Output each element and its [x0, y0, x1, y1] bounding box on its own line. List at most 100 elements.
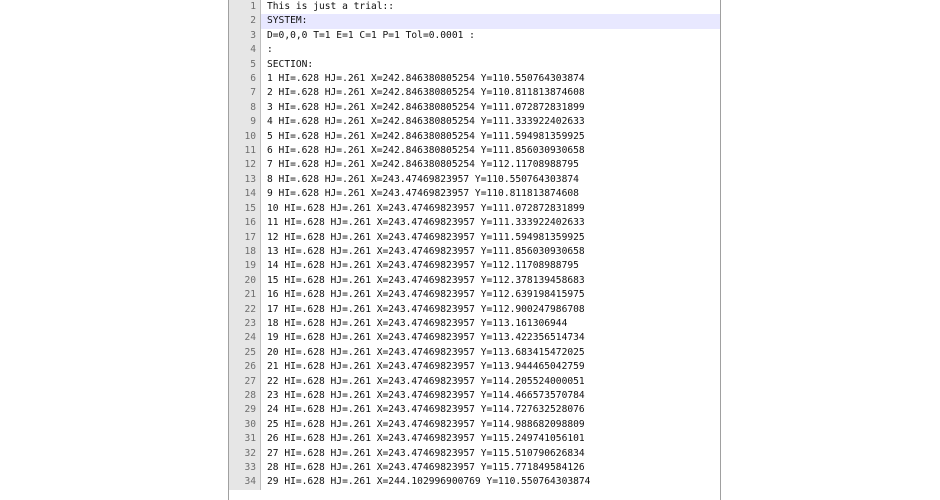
- line-number: 21: [229, 288, 261, 303]
- line-number: 1: [229, 0, 261, 15]
- line-number: 18: [229, 244, 261, 260]
- editor-line[interactable]: 26 21 HI=.628 HJ=.261 X=243.47469823957 Y…: [229, 360, 720, 375]
- line-number: 3: [229, 28, 261, 44]
- line-text: SECTION:: [267, 58, 314, 70]
- line-number: 7: [229, 86, 261, 101]
- line-number: 10: [229, 129, 261, 145]
- text-editor[interactable]: 1 This is just a trial:: 2 SYSTEM: 3 D=0,0,…: [228, 0, 721, 500]
- editor-line[interactable]: 32 27 HI=.628 HJ=.261 X=243.47469823957 Y…: [229, 446, 720, 461]
- editor-line[interactable]: 29 24 HI=.628 HJ=.261 X=243.47469823957 Y…: [229, 403, 720, 418]
- line-number: 32: [229, 446, 261, 461]
- line-text: 10 HI=.628 HJ=.261 X=243.47469823957 Y=1…: [267, 202, 585, 214]
- editor-line[interactable]: 23 18 HI=.628 HJ=.261 X=243.47469823957 Y…: [229, 316, 720, 332]
- line-text: :: [267, 44, 273, 56]
- editor-line[interactable]: 34 29 HI=.628 HJ=.261 X=244.102996900769 …: [229, 475, 720, 490]
- line-text: 26 HI=.628 HJ=.261 X=243.47469823957 Y=1…: [267, 433, 585, 445]
- line-text: 21 HI=.628 HJ=.261 X=243.47469823957 Y=1…: [267, 361, 585, 373]
- line-text: 20 HI=.628 HJ=.261 X=243.47469823957 Y=1…: [267, 346, 585, 358]
- line-number: 19: [229, 259, 261, 274]
- line-text: 24 HI=.628 HJ=.261 X=243.47469823957 Y=1…: [267, 404, 585, 416]
- line-text: 3 HI=.628 HJ=.261 X=242.846380805254 Y=1…: [267, 101, 585, 113]
- line-number: 28: [229, 388, 261, 404]
- line-number: 25: [229, 345, 261, 361]
- line-number: 15: [229, 201, 261, 217]
- line-number: 20: [229, 273, 261, 289]
- line-text: 5 HI=.628 HJ=.261 X=242.846380805254 Y=1…: [267, 130, 585, 142]
- line-number: 4: [229, 43, 261, 58]
- editor-line[interactable]: 16 11 HI=.628 HJ=.261 X=243.47469823957 Y…: [229, 216, 720, 231]
- editor-line[interactable]: 33 28 HI=.628 HJ=.261 X=243.47469823957 Y…: [229, 461, 720, 476]
- line-text: 29 HI=.628 HJ=.261 X=244.102996900769 Y=…: [267, 476, 591, 488]
- line-text: 22 HI=.628 HJ=.261 X=243.47469823957 Y=1…: [267, 375, 585, 387]
- line-number: 33: [229, 461, 261, 476]
- line-text: 23 HI=.628 HJ=.261 X=243.47469823957 Y=1…: [267, 389, 585, 401]
- line-text: 9 HI=.628 HJ=.261 X=243.47469823957 Y=11…: [267, 188, 579, 200]
- line-text: 2 HI=.628 HJ=.261 X=242.846380805254 Y=1…: [267, 87, 585, 99]
- line-text: 11 HI=.628 HJ=.261 X=243.47469823957 Y=1…: [267, 217, 585, 229]
- line-number: 29: [229, 403, 261, 418]
- line-number: 12: [229, 158, 261, 173]
- line-text: 14 HI=.628 HJ=.261 X=243.47469823957 Y=1…: [267, 260, 579, 272]
- editor-line[interactable]: 3 D=0,0,0 T=1 E=1 C=1 P=1 Tol=0.0001 :: [229, 28, 720, 44]
- editor-line[interactable]: 22 17 HI=.628 HJ=.261 X=243.47469823957 Y…: [229, 302, 720, 317]
- editor-line[interactable]: 7 2 HI=.628 HJ=.261 X=242.846380805254 Y=…: [229, 86, 720, 101]
- editor-line[interactable]: 12 7 HI=.628 HJ=.261 X=242.846380805254 Y…: [229, 158, 720, 173]
- line-number: 24: [229, 331, 261, 346]
- editor-line[interactable]: 13 8 HI=.628 HJ=.261 X=243.47469823957 Y=…: [229, 172, 720, 188]
- line-text: 15 HI=.628 HJ=.261 X=243.47469823957 Y=1…: [267, 274, 585, 286]
- line-text: 19 HI=.628 HJ=.261 X=243.47469823957 Y=1…: [267, 332, 585, 344]
- line-number: 31: [229, 432, 261, 447]
- editor-line[interactable]: 31 26 HI=.628 HJ=.261 X=243.47469823957 Y…: [229, 432, 720, 447]
- editor-line[interactable]: 25 20 HI=.628 HJ=.261 X=243.47469823957 Y…: [229, 345, 720, 361]
- editor-line[interactable]: 19 14 HI=.628 HJ=.261 X=243.47469823957 Y…: [229, 259, 720, 274]
- line-number: 2: [229, 14, 261, 29]
- editor-line[interactable]: 30 25 HI=.628 HJ=.261 X=243.47469823957 Y…: [229, 417, 720, 433]
- line-number: 13: [229, 172, 261, 188]
- line-number: 27: [229, 374, 261, 389]
- editor-line[interactable]: 21 16 HI=.628 HJ=.261 X=243.47469823957 Y…: [229, 288, 720, 303]
- editor-line[interactable]: 28 23 HI=.628 HJ=.261 X=243.47469823957 Y…: [229, 388, 720, 404]
- line-text: This is just a trial::: [267, 1, 395, 12]
- line-number: 8: [229, 100, 261, 116]
- editor-line[interactable]: 8 3 HI=.628 HJ=.261 X=242.846380805254 Y=…: [229, 100, 720, 116]
- line-text: D=0,0,0 T=1 E=1 C=1 P=1 Tol=0.0001 :: [267, 29, 475, 41]
- editor-line[interactable]: 4:: [229, 43, 720, 58]
- line-number: 6: [229, 72, 261, 87]
- editor-line[interactable]: 11 6 HI=.628 HJ=.261 X=242.846380805254 Y…: [229, 144, 720, 159]
- editor-line[interactable]: 1 This is just a trial::: [229, 0, 720, 15]
- line-text: SYSTEM:: [267, 15, 308, 27]
- editor-line[interactable]: 9 4 HI=.628 HJ=.261 X=242.846380805254 Y=…: [229, 115, 720, 130]
- line-number: 9: [229, 115, 261, 130]
- editor-line[interactable]: 24 19 HI=.628 HJ=.261 X=243.47469823957 Y…: [229, 331, 720, 346]
- editor-line[interactable]: 14 9 HI=.628 HJ=.261 X=243.47469823957 Y=…: [229, 187, 720, 202]
- line-text: 17 HI=.628 HJ=.261 X=243.47469823957 Y=1…: [267, 303, 585, 315]
- line-number: 14: [229, 187, 261, 202]
- editor-line[interactable]: 17 12 HI=.628 HJ=.261 X=243.47469823957 Y…: [229, 230, 720, 245]
- editor-line[interactable]: 10 5 HI=.628 HJ=.261 X=242.846380805254 Y…: [229, 129, 720, 145]
- line-text: 6 HI=.628 HJ=.261 X=242.846380805254 Y=1…: [267, 145, 585, 157]
- line-text: 8 HI=.628 HJ=.261 X=243.47469823957 Y=11…: [267, 173, 579, 185]
- line-text: 16 HI=.628 HJ=.261 X=243.47469823957 Y=1…: [267, 289, 585, 301]
- line-text: 13 HI=.628 HJ=.261 X=243.47469823957 Y=1…: [267, 245, 585, 257]
- editor-line[interactable]: 27 22 HI=.628 HJ=.261 X=243.47469823957 Y…: [229, 374, 720, 389]
- line-number: 34: [229, 475, 261, 490]
- line-number: 22: [229, 302, 261, 317]
- editor-line[interactable]: 2 SYSTEM:: [229, 14, 720, 29]
- editor-line[interactable]: 6 1 HI=.628 HJ=.261 X=242.846380805254 Y=…: [229, 72, 720, 87]
- editor-line[interactable]: 18 13 HI=.628 HJ=.261 X=243.47469823957 Y…: [229, 244, 720, 260]
- line-number: 30: [229, 417, 261, 433]
- line-text: 7 HI=.628 HJ=.261 X=242.846380805254 Y=1…: [267, 159, 579, 171]
- editor-line[interactable]: 20 15 HI=.628 HJ=.261 X=243.47469823957 Y…: [229, 273, 720, 289]
- line-text: 28 HI=.628 HJ=.261 X=243.47469823957 Y=1…: [267, 462, 585, 473]
- line-number: 26: [229, 360, 261, 375]
- line-number: 11: [229, 144, 261, 159]
- editor-line[interactable]: 5 SECTION:: [229, 57, 720, 73]
- editor-line[interactable]: 15 10 HI=.628 HJ=.261 X=243.47469823957 Y…: [229, 201, 720, 217]
- line-number: 17: [229, 230, 261, 245]
- line-text: 18 HI=.628 HJ=.261 X=243.47469823957 Y=1…: [267, 317, 568, 329]
- line-text: 25 HI=.628 HJ=.261 X=243.47469823957 Y=1…: [267, 418, 585, 430]
- line-text: 27 HI=.628 HJ=.261 X=243.47469823957 Y=1…: [267, 447, 585, 459]
- line-number: 5: [229, 57, 261, 73]
- line-text: 1 HI=.628 HJ=.261 X=242.846380805254 Y=1…: [267, 73, 585, 85]
- line-number: 23: [229, 316, 261, 332]
